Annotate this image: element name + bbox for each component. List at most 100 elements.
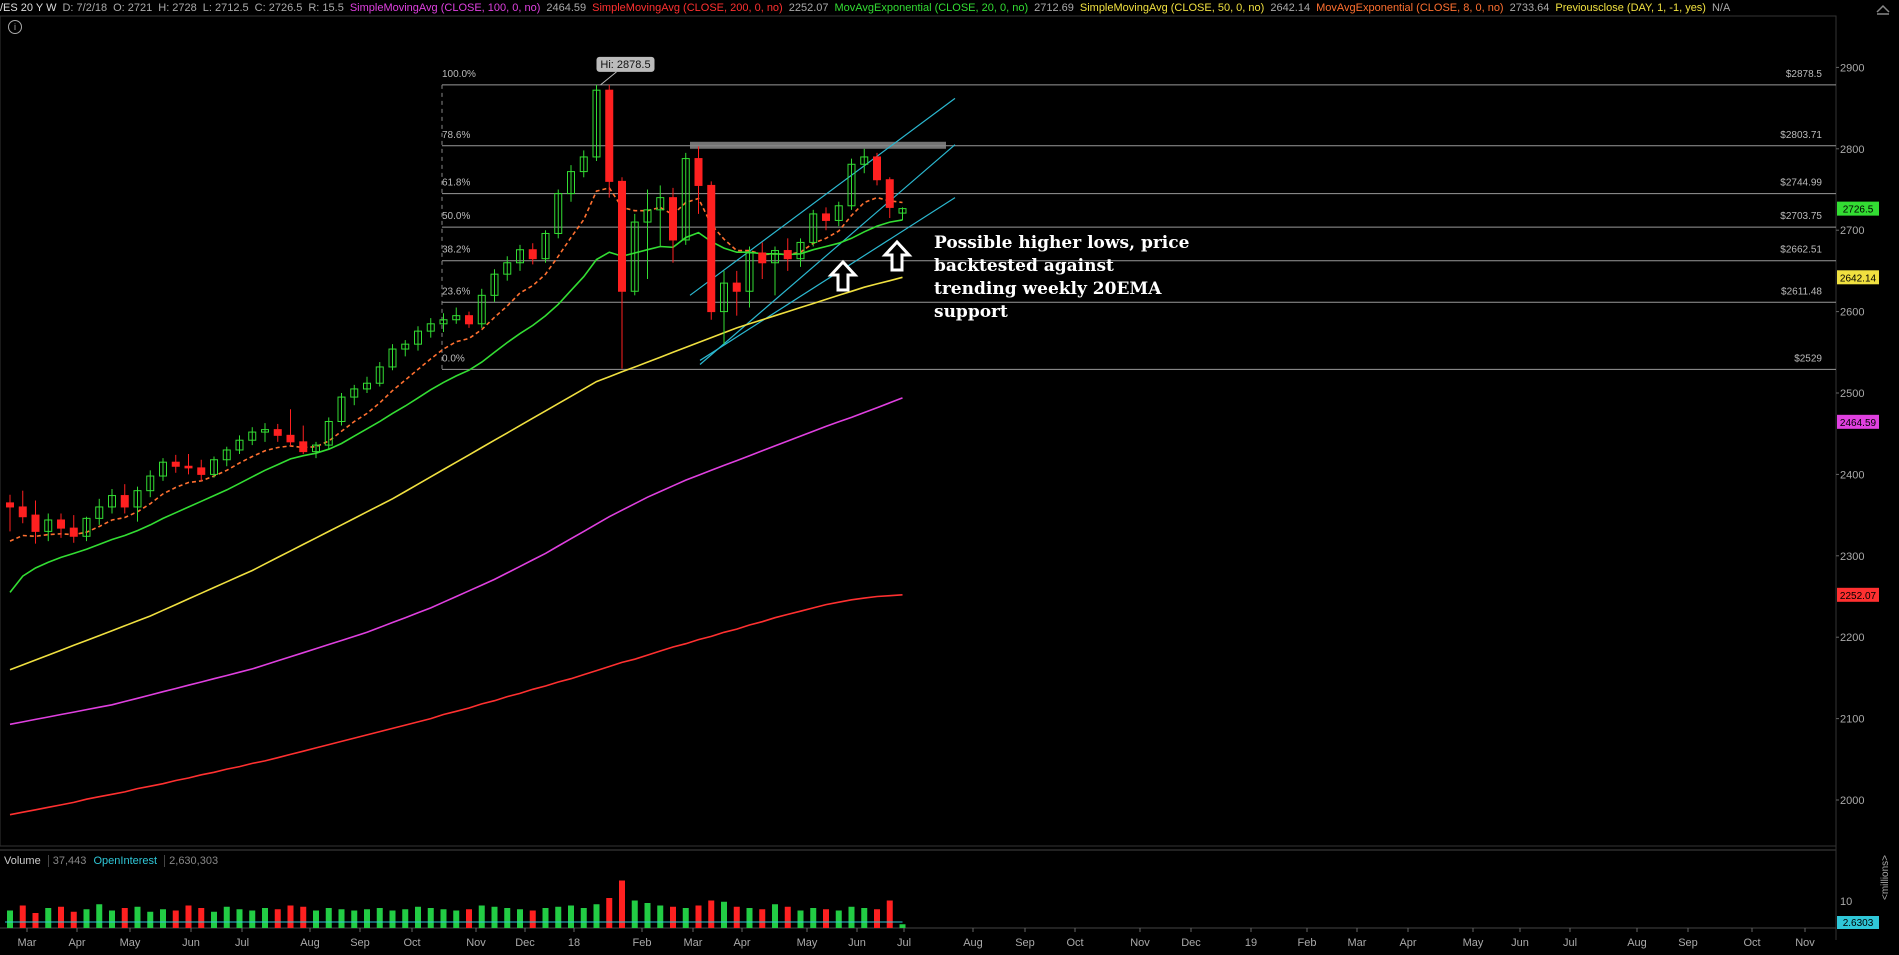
volume-bar xyxy=(810,908,817,928)
y-tick-label: 2900 xyxy=(1840,62,1864,74)
volume-bar xyxy=(440,909,447,928)
volume-bar xyxy=(134,906,141,928)
candle-body xyxy=(528,249,537,260)
candle-body xyxy=(885,179,894,208)
x-tick-label: Oct xyxy=(1743,937,1760,949)
volume-bar xyxy=(287,905,294,928)
volume-bar xyxy=(861,908,868,928)
x-tick-label: Dec xyxy=(515,937,535,949)
candle-body xyxy=(694,158,703,186)
x-tick-label: Sep xyxy=(1015,937,1035,949)
volume-bar xyxy=(644,903,651,928)
volume-bar xyxy=(300,906,307,928)
fib-price-label: $2878.5 xyxy=(1786,69,1823,80)
x-tick-label: Apr xyxy=(68,937,85,949)
open-interest-badge-label: 2.6303 xyxy=(1843,918,1874,929)
fib-percent-label: 0.0% xyxy=(442,353,465,364)
candle-body xyxy=(605,89,614,182)
volume-bar xyxy=(70,911,77,928)
candle-body xyxy=(18,506,27,518)
volume-bar xyxy=(721,901,727,928)
candle-body xyxy=(299,441,308,453)
volume-bar xyxy=(109,910,115,928)
channel-line xyxy=(699,144,956,365)
price-badge-label: 2464.59 xyxy=(1840,418,1877,429)
volume-bar xyxy=(657,905,664,928)
y-tick-label: 2600 xyxy=(1840,307,1864,319)
fib-price-label: $2662.51 xyxy=(1780,245,1822,256)
moving-average-line xyxy=(9,594,903,816)
volume-bar xyxy=(670,906,676,928)
x-tick-label: Aug xyxy=(963,937,983,949)
x-tick-label: Aug xyxy=(1627,937,1647,949)
volume-bar xyxy=(899,924,906,928)
y-tick-label: 2700 xyxy=(1840,225,1864,237)
volume-bar xyxy=(262,908,268,928)
volume-bar xyxy=(364,909,370,928)
price-badge-label: 2642.14 xyxy=(1840,273,1877,284)
volume-bar xyxy=(823,909,829,928)
fib-price-label: $2703.75 xyxy=(1780,211,1822,222)
x-tick-label: Nov xyxy=(1130,937,1150,949)
fib-percent-label: 100.0% xyxy=(442,69,476,80)
moving-average-line xyxy=(9,276,903,671)
volume-bar xyxy=(223,906,230,928)
x-tick-label: May xyxy=(797,937,818,949)
volume-bar xyxy=(325,908,332,928)
x-tick-label: Mar xyxy=(684,937,703,949)
volume-bar xyxy=(389,910,396,928)
x-tick-label: Mar xyxy=(18,937,37,949)
candle-body xyxy=(618,180,626,292)
y-tick-label: 2800 xyxy=(1840,144,1864,156)
x-tick-label: Feb xyxy=(633,937,652,949)
volume-bar xyxy=(631,900,638,928)
chart-annotation: Possible higher lows, price backtested a… xyxy=(934,233,1190,322)
candle-body xyxy=(273,429,282,436)
up-arrow-icon xyxy=(881,239,913,272)
x-tick-label: Mar xyxy=(1348,937,1367,949)
candle-body xyxy=(197,467,206,475)
volume-bar xyxy=(185,905,192,928)
high-label-pointer xyxy=(600,71,617,86)
candle-body xyxy=(669,197,677,241)
volume-bar xyxy=(19,905,26,928)
volume-bar xyxy=(58,906,64,928)
fib-price-label: $2529 xyxy=(1794,353,1822,364)
volume-bar xyxy=(274,909,281,928)
fib-percent-label: 61.8% xyxy=(442,178,470,189)
y-tick-label: 2400 xyxy=(1840,469,1864,481)
volume-bar xyxy=(517,909,523,928)
high-label: Hi: 2878.5 xyxy=(600,59,650,71)
volume-bar xyxy=(249,910,256,928)
x-tick-label: Jun xyxy=(848,937,866,949)
volume-bar xyxy=(198,908,205,928)
price-chart[interactable]: 2000 2100 2200 2300 2400 2500 2600 2700 2800 2900… xyxy=(0,0,1899,955)
y-tick-label: 2100 xyxy=(1840,714,1864,726)
y-tick-label: 2300 xyxy=(1840,551,1864,563)
volume-bar xyxy=(733,906,740,928)
volume-bar xyxy=(236,909,243,928)
price-badge-label: 2726.5 xyxy=(1843,205,1874,216)
x-tick-label: Dec xyxy=(1181,937,1201,949)
x-tick-label: Sep xyxy=(1678,937,1698,949)
moving-average-line xyxy=(9,219,903,593)
volume-bar xyxy=(772,904,778,928)
candle-body xyxy=(873,156,881,181)
volume-bar xyxy=(797,910,804,928)
fib-percent-label: 23.6% xyxy=(442,286,470,297)
x-tick-label: Jul xyxy=(235,937,249,949)
volume-bar xyxy=(874,909,880,928)
volume-bar xyxy=(351,910,358,928)
volume-bar xyxy=(45,908,52,928)
candle-body xyxy=(171,461,180,467)
candle-body xyxy=(69,527,78,537)
candle-body xyxy=(707,184,716,313)
volume-bar xyxy=(504,908,511,928)
candle-body xyxy=(732,282,741,292)
x-tick-label: Feb xyxy=(1298,937,1317,949)
x-tick-label: Aug xyxy=(300,937,320,949)
open-interest-value: 2,630,303 xyxy=(164,855,219,867)
fib-price-label: $2611.48 xyxy=(1781,286,1822,297)
fib-price-label: $2803.71 xyxy=(1780,130,1822,141)
volume-bar xyxy=(708,900,715,928)
